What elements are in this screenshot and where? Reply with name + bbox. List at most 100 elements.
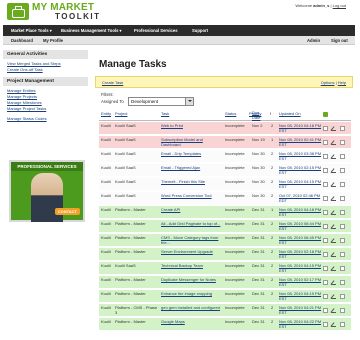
cell-task[interactable]: Technical Backup Team [161,264,223,269]
col-project[interactable]: Project [115,111,127,117]
document-icon[interactable] [340,168,345,173]
cell-task[interactable]: Server Environment Upgrade [161,250,223,255]
cell-task[interactable]: Web to Print [161,124,223,129]
cell-task[interactable]: Themeit - Finish this Site [161,180,223,185]
cell-updated[interactable]: Oct 07, 2010 02:46 PM EDT [279,194,323,203]
row-checkbox[interactable] [323,280,328,285]
cell-task[interactable]: Google Maps [161,320,223,325]
row-checkbox[interactable] [323,140,328,145]
help-link[interactable]: Help [338,80,346,85]
cell-updated[interactable]: Nov 08, 2010 04:15 PM EST [279,180,323,189]
row-checkbox[interactable] [323,182,328,187]
edit-pencil-icon[interactable] [331,126,336,131]
table-row[interactable]: Kuolii Kuolii SaaS Email - Drip Templates I… [99,150,351,163]
options-link[interactable]: Options [321,80,335,85]
document-icon[interactable] [340,238,345,243]
subnav-sign-out[interactable]: Sign out [331,38,348,43]
cell-updated[interactable]: Nov 08, 2010 06:45 PM EST [279,236,323,245]
nav-item-support[interactable]: Support [192,28,208,33]
edit-pencil-icon[interactable] [331,168,336,173]
toolbox-logo-icon[interactable] [7,3,29,20]
col-updated-on[interactable]: Updated On [279,111,301,117]
cell-updated[interactable]: Nov 08, 2010 04:19 PM EST [279,292,323,301]
cell-updated[interactable]: Nov 08, 2010 02:15 PM EST [279,166,323,175]
table-row[interactable]: Kuolii Kuolii SaaS Technical Backup Team In… [99,262,351,275]
cell-task[interactable]: Email - Drip Templates [161,152,223,157]
row-checkbox[interactable] [323,294,328,299]
row-checkbox[interactable] [323,224,328,229]
cell-task[interactable]: geo gem installed and configured [161,306,223,311]
cell-updated[interactable]: Nov 08, 2010 03:38 PM EST [279,152,323,161]
document-icon[interactable] [340,140,345,145]
row-checkbox[interactable] [323,238,328,243]
table-row[interactable]: Kuolii Platform - Master Google Maps Incomp… [99,318,351,331]
edit-pencil-icon[interactable] [331,308,336,313]
edit-pencil-icon[interactable] [331,266,336,271]
edit-pencil-icon[interactable] [331,210,336,215]
col-task[interactable]: Task [161,111,169,117]
row-checkbox[interactable] [323,266,328,271]
col-entity[interactable]: Entity [101,111,111,117]
col-flag[interactable]: ! [270,111,271,117]
chevron-down-icon[interactable] [185,98,193,105]
cell-task[interactable]: Subscription Model and Dashboard [161,138,223,147]
logout-link[interactable]: Log out [333,3,346,8]
document-icon[interactable] [340,252,345,257]
nav-item-professional[interactable]: Professional Services [134,28,178,33]
document-icon[interactable] [340,280,345,285]
cell-task[interactable]: Word Press Conversion Tool [161,194,223,199]
promo-contact-button[interactable]: CONTACT [54,208,80,215]
table-row[interactable]: Kuolii Platform - Master All - Add Grid Pa… [99,220,351,233]
sidebar-link-manage-status-codes[interactable]: Manage Status Codes [3,116,88,122]
row-checkbox[interactable] [323,322,328,327]
cell-task[interactable]: Email - Triggered Ajax [161,166,223,171]
checkmark-icon[interactable] [323,112,328,117]
row-checkbox[interactable] [323,210,328,215]
document-icon[interactable] [340,266,345,271]
document-icon[interactable] [340,308,345,313]
subnav-dashboard[interactable]: Dashboard [11,38,33,43]
col-status[interactable]: Status [225,111,236,117]
table-row[interactable]: Kuolii Kuolii SaaS Themeit - Finish this S… [99,178,351,191]
table-row[interactable]: Kuolii Platform - CMS - Phase 3 geo gem in… [99,304,351,317]
nav-item-marketplace[interactable]: Market Place Tools ▾ [11,28,52,33]
cell-updated[interactable]: Nov 08, 2010 04:15 PM EST [279,264,323,273]
row-checkbox[interactable] [323,126,328,131]
subnav-my-profile[interactable]: My Profile [43,38,63,43]
create-task-link[interactable]: Create Task [102,80,123,85]
edit-pencil-icon[interactable] [331,322,336,327]
edit-pencil-icon[interactable] [331,196,336,201]
edit-pencil-icon[interactable] [331,224,336,229]
row-checkbox[interactable] [323,252,328,257]
cell-task[interactable]: Enhance the image cropping [161,292,223,297]
table-row[interactable]: Kuolii Kuolii SaaS Word Press Conversion T… [99,192,351,205]
subnav-admin[interactable]: Admin [307,38,320,43]
edit-pencil-icon[interactable] [331,182,336,187]
table-row[interactable]: Kuolii Kuolii SaaS Subscription Model and … [99,136,351,149]
cell-updated[interactable]: Nov 08, 2010 02:17 PM EST [279,278,323,287]
document-icon[interactable] [340,224,345,229]
cell-updated[interactable]: Nov 08, 2010 04:22 PM EST [279,320,323,329]
cell-updated[interactable]: Nov 08, 2010 04:18 PM EST [279,124,323,133]
document-icon[interactable] [340,126,345,131]
cell-updated[interactable]: Nov 08, 2010 02:41 PM EST [279,138,323,147]
row-checkbox[interactable] [323,196,328,201]
cell-task[interactable]: All - Add Grid Paginate to top of... [161,222,223,227]
edit-pencil-icon[interactable] [331,140,336,145]
professional-services-promo[interactable]: PROFESSIONAL SERVICES CONTACT [9,160,85,222]
table-row[interactable]: Kuolii Kuolii SaaS Web to Print Incomplete N… [99,122,351,135]
row-checkbox[interactable] [323,308,328,313]
document-icon[interactable] [340,182,345,187]
edit-pencil-icon[interactable] [331,280,336,285]
edit-pencil-icon[interactable] [331,238,336,243]
edit-pencil-icon[interactable] [331,294,336,299]
table-row[interactable]: Kuolii Platform - Master Enhance the image… [99,290,351,303]
document-icon[interactable] [340,210,345,215]
assigned-to-select[interactable]: Development [128,97,194,106]
document-icon[interactable] [340,294,345,299]
cell-updated[interactable]: Nov 08, 2010 04:21 PM EST [279,306,323,315]
cell-updated[interactable]: Nov 08, 2010 02:18 PM EST [279,250,323,259]
document-icon[interactable] [340,154,345,159]
table-row[interactable]: Kuolii Platform - Master CMS - Move Catego… [99,234,351,247]
document-icon[interactable] [340,322,345,327]
